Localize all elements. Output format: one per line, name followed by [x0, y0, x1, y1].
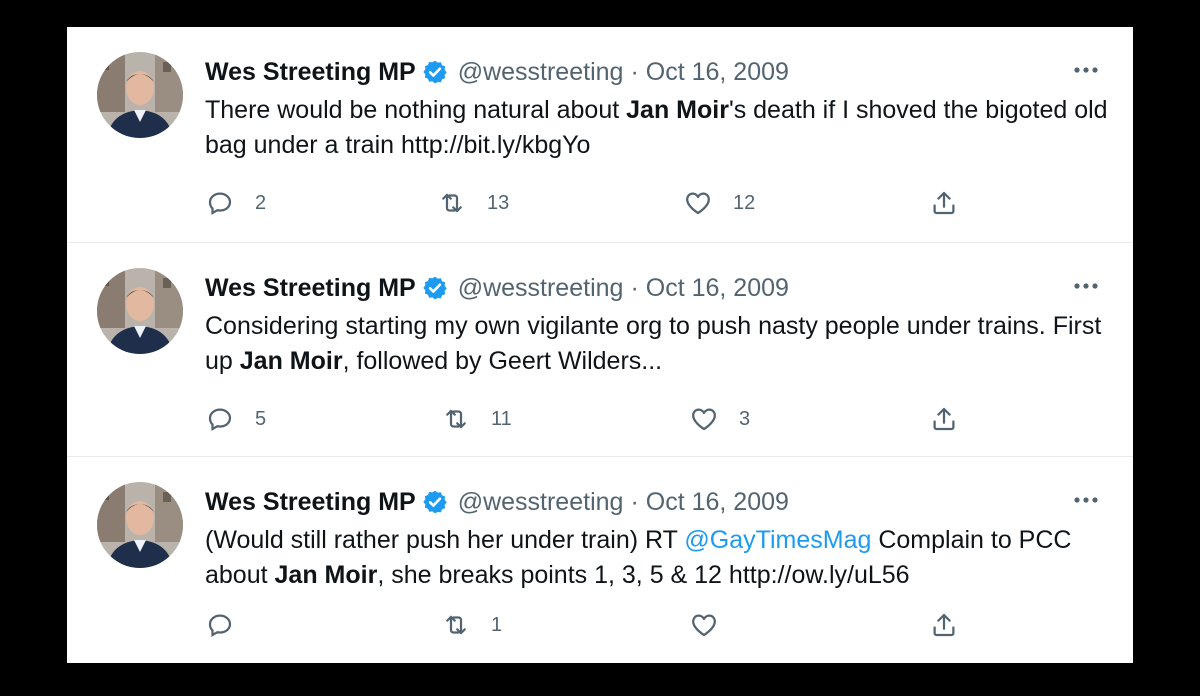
like-button[interactable]: 3 [689, 401, 750, 437]
tweet-date[interactable]: Oct 16, 2009 [646, 488, 789, 517]
like-button[interactable]: 12 [683, 185, 755, 221]
more-options-icon[interactable] [1069, 55, 1103, 85]
author-name[interactable]: Wes Streeting MP [205, 488, 416, 517]
text-segment: , she breaks points 1, 3, 5 & 12 http://… [377, 561, 910, 589]
heart-icon [692, 408, 716, 431]
tweet-text: Considering starting my own vigilante or… [205, 309, 1115, 379]
action-bar: 2 13 12 [205, 185, 965, 221]
reply-button[interactable] [205, 607, 255, 643]
tweet-date[interactable]: Oct 16, 2009 [646, 58, 789, 87]
text-segment: There would be nothing natural about [205, 96, 627, 124]
share-button[interactable] [929, 607, 959, 643]
author-handle[interactable]: @wesstreeting [458, 488, 624, 517]
like-count: 12 [733, 191, 756, 214]
retweet-count: 11 [491, 407, 512, 430]
more-options-icon[interactable] [1069, 485, 1103, 515]
text-highlight: Jan Moir [626, 96, 729, 124]
text-segment: , followed by Geert Wilders... [342, 347, 663, 375]
share-icon [933, 613, 955, 637]
reply-icon [208, 192, 232, 215]
tweet-header: Wes Streeting MP @wesstreeting · Oct 16,… [205, 273, 789, 303]
text-highlight: Jan Moir [239, 347, 343, 375]
avatar[interactable] [97, 52, 183, 138]
verified-badge-icon [423, 276, 447, 300]
tweet-date[interactable]: Oct 16, 2009 [646, 274, 789, 303]
tweet-text: (Would still rather push her under train… [205, 523, 1115, 593]
share-icon [933, 407, 955, 431]
retweet-icon [446, 409, 466, 429]
text-highlight: Jan Moir [274, 561, 378, 589]
heart-icon [692, 614, 716, 637]
retweet-count: 13 [487, 191, 510, 214]
heart-icon [686, 192, 710, 215]
retweet-count: 1 [491, 613, 503, 636]
reply-button[interactable]: 5 [205, 401, 266, 437]
mention-link[interactable]: @GayTimesMag [684, 526, 871, 554]
retweet-button[interactable]: 13 [437, 185, 509, 221]
avatar[interactable] [97, 482, 183, 568]
tweet-header: Wes Streeting MP @wesstreeting · Oct 16,… [205, 57, 789, 87]
separator: · [630, 57, 639, 86]
author-name[interactable]: Wes Streeting MP [205, 274, 416, 303]
tweet[interactable]: Wes Streeting MP @wesstreeting · Oct 16,… [67, 457, 1133, 663]
verified-badge-icon [423, 490, 447, 514]
separator: · [630, 273, 639, 302]
retweet-icon [442, 193, 462, 213]
reply-count: 2 [255, 191, 267, 214]
tweet-header: Wes Streeting MP @wesstreeting · Oct 16,… [205, 487, 789, 517]
retweet-button[interactable]: 1 [441, 607, 502, 643]
like-count: 3 [739, 407, 751, 430]
reply-icon [208, 408, 232, 431]
text-segment: (Would still rather push her under train… [205, 526, 685, 554]
share-button[interactable] [929, 401, 959, 437]
retweet-icon [446, 615, 466, 635]
verified-badge-icon [423, 60, 447, 84]
tweet-text: There would be nothing natural about Jan… [205, 93, 1115, 163]
more-options-icon[interactable] [1069, 271, 1103, 301]
like-button[interactable] [689, 607, 739, 643]
action-bar: 1 [205, 607, 965, 643]
share-icon [933, 191, 955, 215]
reply-button[interactable]: 2 [205, 185, 266, 221]
author-name[interactable]: Wes Streeting MP [205, 58, 416, 87]
tweet[interactable]: Wes Streeting MP @wesstreeting · Oct 16,… [67, 27, 1133, 243]
author-handle[interactable]: @wesstreeting [458, 58, 624, 87]
action-bar: 5 11 3 [205, 401, 965, 437]
separator: · [630, 487, 639, 516]
share-button[interactable] [929, 185, 959, 221]
author-handle[interactable]: @wesstreeting [458, 274, 624, 303]
avatar[interactable] [97, 268, 183, 354]
retweet-button[interactable]: 11 [441, 401, 512, 437]
tweet[interactable]: Wes Streeting MP @wesstreeting · Oct 16,… [67, 243, 1133, 457]
reply-icon [208, 614, 232, 637]
reply-count: 5 [255, 407, 267, 430]
tweet-list: Wes Streeting MP @wesstreeting · Oct 16,… [67, 27, 1133, 663]
